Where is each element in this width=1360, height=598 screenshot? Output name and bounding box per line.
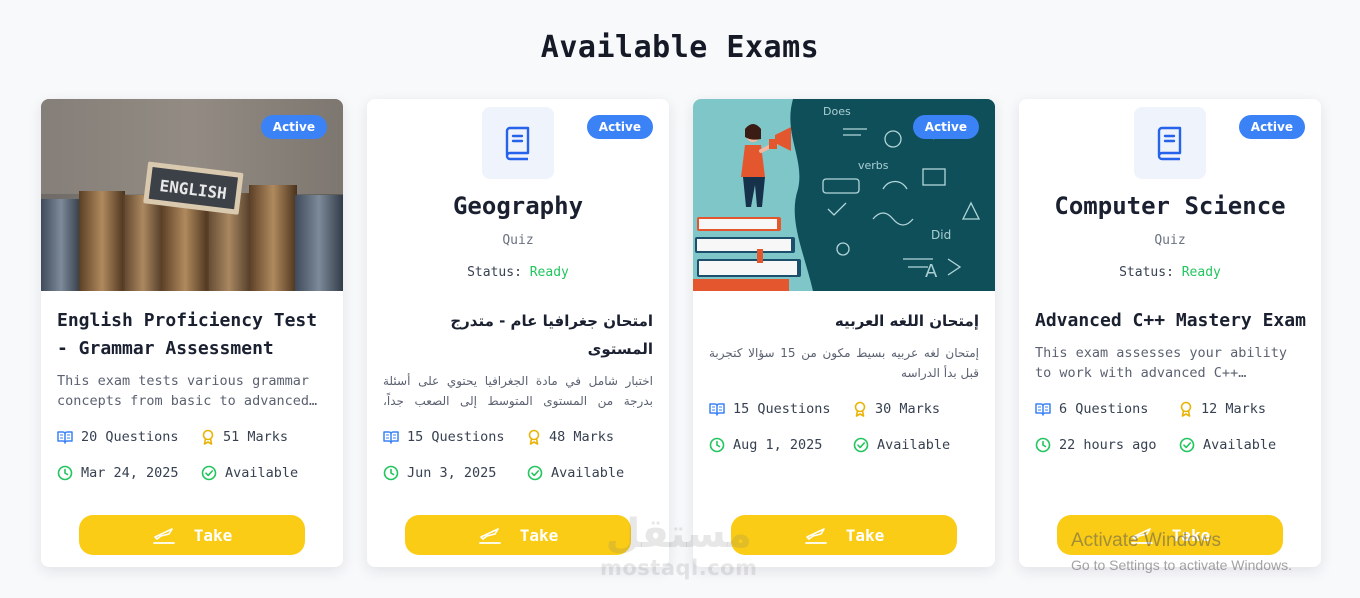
book-open-icon bbox=[57, 431, 73, 444]
status-badge: Active bbox=[260, 115, 327, 139]
award-icon bbox=[854, 401, 866, 417]
exam-description: This exam tests various grammar concepts… bbox=[57, 373, 318, 409]
exam-image: A verbs Does Did Active bbox=[693, 99, 995, 291]
exam-title: إمتحان اللغه العربيه bbox=[834, 312, 979, 330]
question-count: 15 Questions bbox=[709, 401, 853, 417]
svg-text:Did: Did bbox=[931, 228, 951, 242]
exam-status: Status: Ready bbox=[467, 265, 569, 280]
book-open-icon bbox=[383, 431, 399, 444]
subject-name: Geography bbox=[452, 192, 584, 220]
book-open-icon bbox=[709, 403, 725, 416]
check-circle-icon bbox=[853, 437, 869, 453]
question-count: 6 Questions bbox=[1035, 401, 1179, 417]
exam-status: Status: Ready bbox=[1119, 265, 1221, 280]
exam-title: Advanced C++ Mastery Exam bbox=[1035, 310, 1306, 331]
availability: Available bbox=[201, 465, 298, 481]
svg-text:Does: Does bbox=[823, 105, 851, 118]
exam-date: 22 hours ago bbox=[1035, 437, 1179, 453]
marks-count: 30 Marks bbox=[853, 401, 940, 417]
award-icon bbox=[528, 429, 540, 445]
send-icon bbox=[478, 528, 501, 544]
svg-text:verbs: verbs bbox=[858, 159, 889, 172]
exam-card: A verbs Does Did Active إمتحان اللغه الع… bbox=[693, 99, 995, 567]
exam-title: امتحان جغرافيا عام - متدرج المستوى bbox=[450, 312, 653, 358]
marks-count: 48 Marks bbox=[527, 429, 614, 445]
exam-title: English Proficiency Test - Grammar Asses… bbox=[57, 310, 318, 359]
take-exam-button[interactable]: Take bbox=[731, 515, 957, 555]
check-circle-icon bbox=[201, 465, 217, 481]
exam-date: Jun 3, 2025 bbox=[383, 465, 527, 481]
svg-text:A: A bbox=[925, 261, 938, 282]
send-icon bbox=[804, 528, 827, 544]
subject-name: Computer Science bbox=[1054, 192, 1286, 220]
exam-date: Mar 24, 2025 bbox=[57, 465, 201, 481]
exam-type: Quiz bbox=[1154, 233, 1186, 248]
status-badge: Active bbox=[912, 115, 979, 139]
exam-card: Active Computer Science Quiz Status: Rea… bbox=[1019, 99, 1321, 567]
book-icon bbox=[482, 107, 554, 179]
exam-card: ENGLISH Active English Proficiency Test … bbox=[41, 99, 343, 567]
exam-card: Active Geography Quiz Status: Ready امتح… bbox=[367, 99, 669, 567]
clock-icon bbox=[1035, 437, 1051, 453]
exam-date: Aug 1, 2025 bbox=[709, 437, 853, 453]
take-exam-button[interactable]: Take bbox=[1057, 515, 1283, 555]
book-icon bbox=[1134, 107, 1206, 179]
exam-image: ENGLISH Active bbox=[41, 99, 343, 291]
check-circle-icon bbox=[1179, 437, 1195, 453]
page-title: Available Exams bbox=[540, 30, 820, 65]
availability: Available bbox=[527, 465, 624, 481]
clock-icon bbox=[709, 437, 725, 453]
exam-description: إمتحان لغه عربيه بسيط مكون من 15 سؤالا ك… bbox=[709, 346, 979, 380]
availability: Available bbox=[1179, 437, 1276, 453]
award-icon bbox=[202, 429, 214, 445]
clock-icon bbox=[57, 465, 73, 481]
status-badge: Active bbox=[586, 115, 653, 139]
question-count: 20 Questions bbox=[57, 429, 201, 445]
take-exam-button[interactable]: Take bbox=[79, 515, 305, 555]
send-icon bbox=[152, 528, 175, 544]
check-circle-icon bbox=[527, 465, 543, 481]
marks-count: 12 Marks bbox=[1179, 401, 1266, 417]
clock-icon bbox=[383, 465, 399, 481]
exam-description: This exam assesses your ability to work … bbox=[1035, 345, 1287, 381]
availability: Available bbox=[853, 437, 950, 453]
book-open-icon bbox=[1035, 403, 1051, 416]
exam-type: Quiz bbox=[502, 233, 534, 248]
status-badge: Active bbox=[1238, 115, 1305, 139]
marks-count: 51 Marks bbox=[201, 429, 288, 445]
send-icon bbox=[1130, 528, 1153, 544]
award-icon bbox=[1180, 401, 1192, 417]
exam-description: اختبار شامل في مادة الجغرافيا يحتوي على … bbox=[383, 374, 653, 408]
take-exam-button[interactable]: Take bbox=[405, 515, 631, 555]
question-count: 15 Questions bbox=[383, 429, 527, 445]
